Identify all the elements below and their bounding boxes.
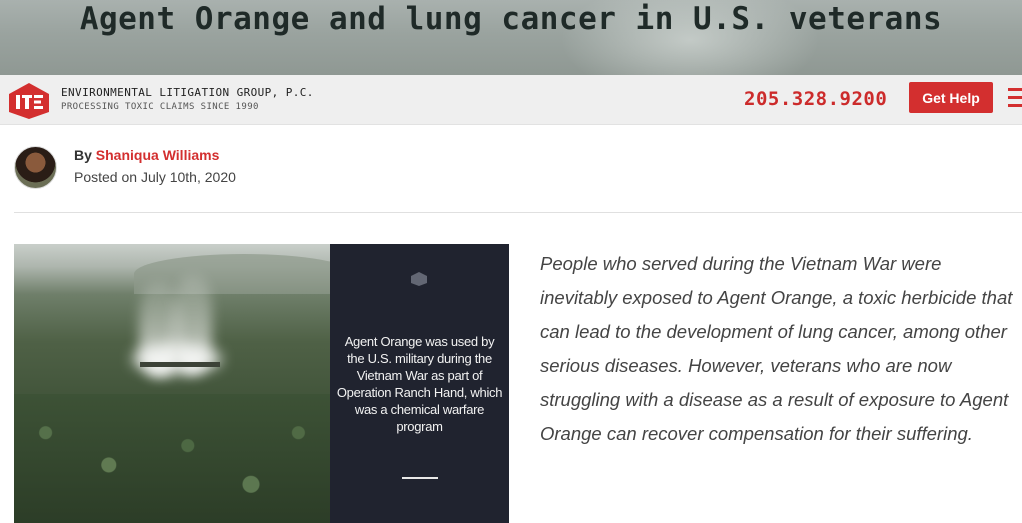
byline-prefix: By — [74, 147, 96, 163]
brand-tagline: PROCESSING TOXIC CLAIMS SINCE 1990 — [61, 102, 259, 112]
hero-banner: Agent Orange and lung cancer in U.S. vet… — [0, 0, 1022, 75]
caption-logo-icon — [411, 272, 427, 286]
agent-orange-spray-photo — [14, 244, 330, 523]
divider — [14, 212, 1022, 213]
get-help-button[interactable]: Get Help — [909, 82, 993, 113]
brand-name[interactable]: ENVIRONMENTAL LITIGATION GROUP, P.C. — [61, 86, 314, 99]
hamburger-menu-icon[interactable] — [1008, 88, 1022, 108]
company-logo-icon[interactable] — [8, 82, 50, 120]
site-header: ENVIRONMENTAL LITIGATION GROUP, P.C. PRO… — [0, 75, 1022, 125]
author-link[interactable]: Shaniqua Williams — [96, 147, 220, 163]
byline: By Shaniqua Williams — [74, 147, 219, 163]
page-title: Agent Orange and lung cancer in U.S. vet… — [79, 1, 943, 37]
figure-caption-panel: Agent Orange was used by the U.S. milita… — [330, 244, 509, 523]
post-date: Posted on July 10th, 2020 — [74, 169, 236, 185]
author-avatar — [14, 146, 57, 189]
phone-link[interactable]: 205.328.9200 — [744, 88, 887, 110]
caption-rule — [402, 477, 438, 479]
figure-caption: Agent Orange was used by the U.S. milita… — [336, 334, 503, 434]
article-intro: People who served during the Vietnam War… — [540, 253, 1013, 444]
